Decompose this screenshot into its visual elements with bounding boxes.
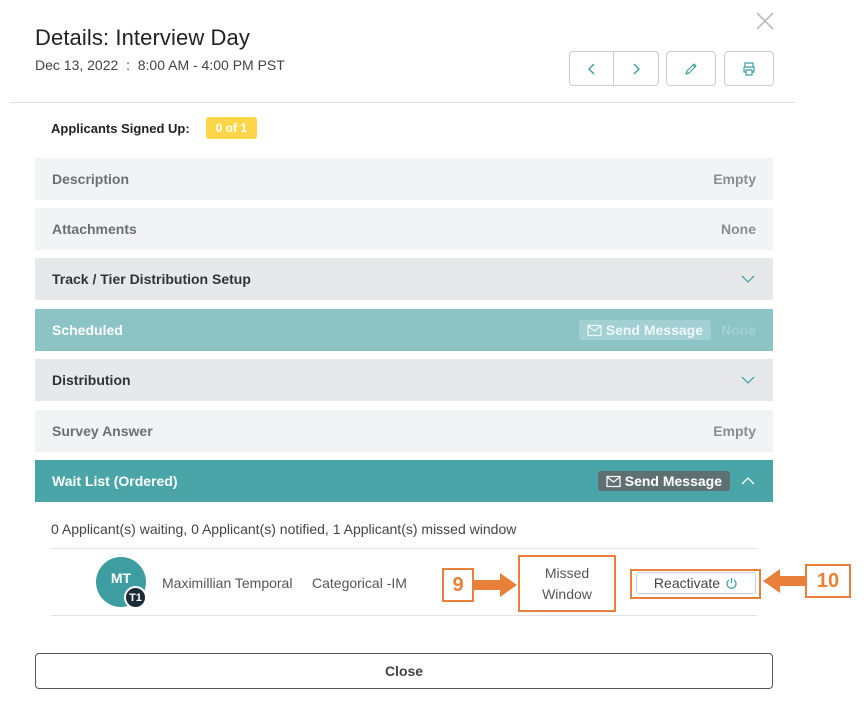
scheduled-label: Scheduled xyxy=(52,322,123,338)
applicants-signed-up: Applicants Signed Up: 0 of 1 xyxy=(51,117,258,139)
wait-list-summary: 0 Applicant(s) waiting, 0 Applicant(s) n… xyxy=(51,521,517,537)
scheduled-send-message-button[interactable]: Send Message xyxy=(578,320,711,340)
wait-list-send-message-button[interactable]: Send Message xyxy=(597,471,730,491)
chevron-down-icon[interactable] xyxy=(740,271,756,287)
page-title: Details: Interview Day xyxy=(35,25,250,50)
survey-answer-value: Empty xyxy=(713,423,756,439)
status-line-1: Missed xyxy=(544,564,590,581)
survey-answer-label: Survey Answer xyxy=(52,423,153,439)
close-button[interactable]: Close xyxy=(35,653,773,689)
chevron-left-icon xyxy=(587,63,594,74)
callout-arrow-right-icon xyxy=(474,573,517,597)
scheduled-row: Scheduled Send Message None xyxy=(35,309,773,351)
distribution-label: Distribution xyxy=(52,372,131,388)
edit-button[interactable] xyxy=(666,51,716,86)
power-icon xyxy=(726,577,737,589)
status-missed-window: Missed Window xyxy=(518,555,616,612)
signed-up-label: Applicants Signed Up: xyxy=(51,120,190,136)
close-icon[interactable] xyxy=(754,10,776,32)
chevron-up-icon[interactable] xyxy=(740,473,756,489)
navigation-group xyxy=(569,51,659,86)
previous-button[interactable] xyxy=(569,51,614,86)
envelope-icon xyxy=(606,475,621,487)
pencil-icon xyxy=(685,62,697,75)
event-date: Dec 13, 2022 xyxy=(35,57,119,73)
datetime-separator: : xyxy=(126,57,130,73)
wait-list-row[interactable]: Wait List (Ordered) Send Message xyxy=(35,460,773,502)
attachments-label: Attachments xyxy=(52,221,137,237)
status-line-2: Window xyxy=(542,585,592,602)
callout-arrow-left-icon xyxy=(763,569,806,593)
description-label: Description xyxy=(52,171,130,187)
header-divider xyxy=(10,102,795,103)
event-datetime: Dec 13, 2022 : 8:00 AM - 4:00 PM PST xyxy=(35,57,285,73)
send-message-label: Send Message xyxy=(605,322,703,338)
printer-icon xyxy=(743,61,755,76)
track-tier-row[interactable]: Track / Tier Distribution Setup xyxy=(35,258,773,300)
description-value: Empty xyxy=(713,171,756,187)
scheduled-value: None xyxy=(721,322,756,338)
next-button[interactable] xyxy=(614,51,659,86)
applicant-name: Maximillian Temporal xyxy=(162,575,293,591)
reactivate-label: Reactivate xyxy=(653,575,721,591)
wait-list-label: Wait List (Ordered) xyxy=(52,473,178,489)
attachments-value: None xyxy=(721,221,756,237)
signed-up-count-badge: 0 of 1 xyxy=(205,117,258,139)
reactivate-button[interactable]: Reactivate xyxy=(636,572,756,594)
chevron-right-icon xyxy=(633,63,640,74)
print-button[interactable] xyxy=(724,51,774,86)
send-message-label: Send Message xyxy=(624,473,722,489)
description-row: Description Empty xyxy=(35,158,773,200)
attachments-row: Attachments None xyxy=(35,208,773,250)
track-tier-label: Track / Tier Distribution Setup xyxy=(52,271,251,287)
applicant-track: Categorical -IM xyxy=(312,575,407,591)
tier-badge: T1 xyxy=(124,586,147,609)
survey-answer-row: Survey Answer Empty xyxy=(35,410,773,452)
event-time: 8:00 AM - 4:00 PM PST xyxy=(137,57,285,73)
distribution-row[interactable]: Distribution xyxy=(35,359,773,401)
callout-number-10: 10 xyxy=(805,564,851,598)
callout-number-9: 9 xyxy=(442,568,474,602)
chevron-down-icon[interactable] xyxy=(740,372,756,388)
envelope-icon xyxy=(587,324,602,336)
divider xyxy=(51,548,757,549)
divider xyxy=(51,615,757,616)
